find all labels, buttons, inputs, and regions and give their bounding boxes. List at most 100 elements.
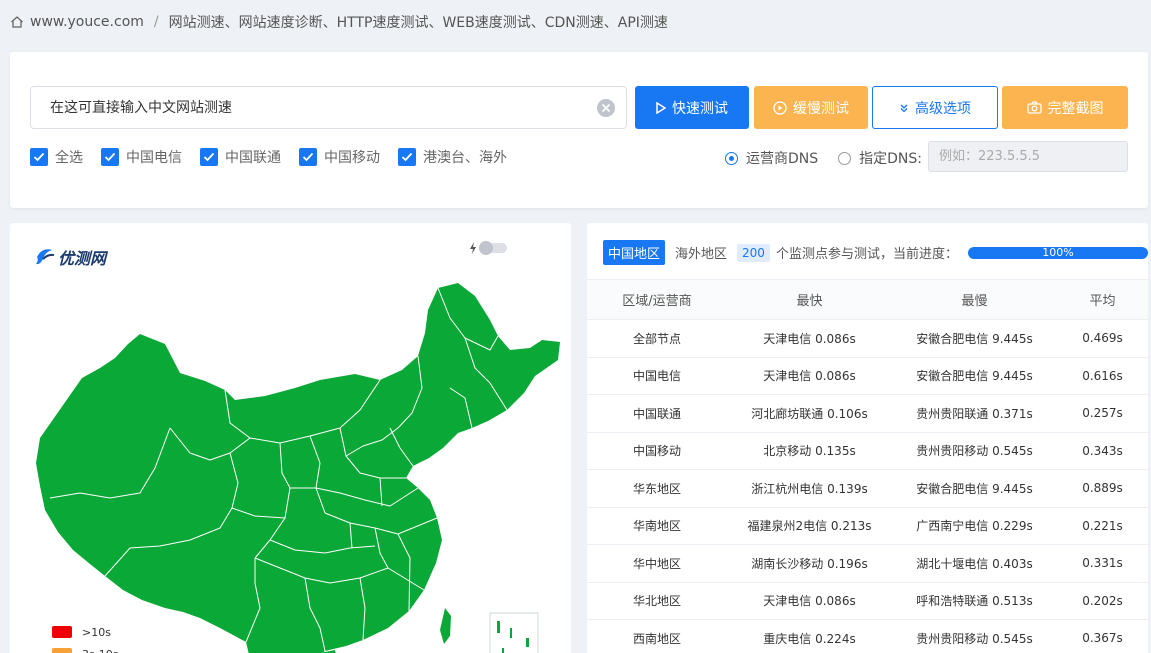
checkbox-mobile[interactable]: 中国移动 — [299, 147, 380, 167]
checkbox-checked-icon — [200, 148, 218, 166]
column-header-average[interactable]: 平均 — [1057, 279, 1148, 320]
cell-average: 0.257s — [1057, 394, 1148, 433]
table-row[interactable]: 中国移动 北京移动 0.135s 贵州贵阳移动 0.545s 0.343s — [587, 432, 1148, 470]
cell-fastest: 福建泉州2电信 0.213s — [727, 507, 892, 545]
tab-overseas[interactable]: 海外地区 — [671, 240, 731, 265]
map-panel: 优测网 >10s — [10, 223, 571, 653]
radio-custom-dns[interactable] — [838, 151, 852, 165]
fast-test-label: 快速测试 — [672, 100, 728, 117]
china-map-shape[interactable] — [36, 283, 560, 653]
checkbox-label: 全选 — [55, 150, 83, 166]
url-input[interactable] — [30, 86, 627, 129]
node-count-badge: 200 — [737, 243, 770, 262]
taiwan-shape[interactable] — [440, 608, 451, 644]
checkbox-unicom[interactable]: 中国联通 — [200, 147, 281, 167]
cell-slowest: 广西南宁电信 0.229s — [892, 507, 1057, 545]
legend-item: 3s-10s — [52, 643, 118, 653]
checkbox-checked-icon — [101, 148, 119, 166]
checkbox-overseas[interactable]: 港澳台、海外 — [398, 147, 507, 167]
cell-fastest: 天津电信 0.086s — [727, 357, 892, 395]
cell-average: 0.331s — [1057, 544, 1148, 583]
cell-fastest: 浙江杭州电信 0.139s — [727, 469, 892, 508]
cell-region: 华中地区 — [587, 544, 727, 583]
cell-fastest: 北京移动 0.135s — [727, 432, 892, 470]
cell-slowest: 安徽合肥电信 9.445s — [892, 319, 1057, 358]
table-row[interactable]: 西南地区 重庆电信 0.224s 贵州贵阳移动 0.545s 0.367s — [587, 619, 1148, 653]
cell-average: 0.616s — [1057, 357, 1148, 395]
play-icon — [656, 101, 666, 114]
progress-status-text: 个监测点参与测试，当前进度： — [775, 247, 958, 262]
youce-logo: 优测网 — [34, 245, 106, 269]
checkbox-label: 中国电信 — [126, 150, 182, 166]
progress-label: 100% — [1042, 246, 1074, 259]
checkbox-telecom[interactable]: 中国电信 — [101, 147, 182, 167]
cell-region: 全部节点 — [587, 319, 727, 358]
cell-average: 0.367s — [1057, 619, 1148, 653]
column-header-region[interactable]: 区域/运营商 — [587, 279, 727, 320]
table-row[interactable]: 中国联通 河北廊坊联通 0.106s 贵州贵阳联通 0.371s 0.257s — [587, 394, 1148, 433]
results-table: 区域/运营商 最快 最慢 平均 全部节点 天津电信 0.086s 安徽合肥电信 9.… — [587, 279, 1148, 653]
tab-china[interactable]: 中国地区 — [603, 240, 666, 265]
results-table-body: 全部节点 天津电信 0.086s 安徽合肥电信 9.445s 0.469s 中国电信 天津… — [587, 319, 1148, 653]
cell-slowest: 湖北十堰电信 0.403s — [892, 544, 1057, 583]
screenshot-label: 完整截图 — [1047, 100, 1104, 117]
legend-label: >10s — [82, 625, 111, 639]
slow-test-button[interactable]: 缓慢测试 — [754, 86, 868, 129]
advanced-options-button[interactable]: 高级选项 — [872, 86, 998, 129]
legend-label: 3s-10s — [82, 648, 118, 653]
breadcrumb-title: 网站测速、网站速度诊断、HTTP速度测试、WEB速度测试、CDN测速、API测速 — [168, 15, 668, 31]
progress-bar: 100% — [967, 246, 1148, 259]
radio-isp-dns[interactable] — [725, 151, 738, 165]
double-chevron-down-icon — [900, 104, 908, 112]
cell-average: 0.202s — [1057, 582, 1148, 620]
cell-fastest: 天津电信 0.086s — [727, 582, 892, 620]
checkbox-checked-icon — [30, 148, 48, 166]
dns-input[interactable] — [928, 141, 1128, 172]
table-row[interactable]: 华东地区 浙江杭州电信 0.139s 安徽合肥电信 9.445s 0.889s — [587, 469, 1148, 508]
cell-region: 华东地区 — [587, 469, 727, 508]
table-header-row: 区域/运营商 最快 最慢 平均 — [587, 279, 1148, 320]
screenshot-button[interactable]: 完整截图 — [1002, 86, 1128, 129]
logo-mark-icon — [36, 249, 55, 265]
home-icon[interactable] — [10, 15, 24, 29]
cell-average: 0.469s — [1057, 319, 1148, 358]
slow-play-icon — [773, 100, 787, 115]
table-row[interactable]: 华北地区 天津电信 0.086s 呼和浩特联通 0.513s 0.202s — [587, 582, 1148, 620]
table-row[interactable]: 中国电信 天津电信 0.086s 安徽合肥电信 9.445s 0.616s — [587, 357, 1148, 395]
legend-item: >10s — [52, 621, 118, 643]
advanced-options-label: 高级选项 — [915, 100, 971, 117]
table-row[interactable]: 全部节点 天津电信 0.086s 安徽合肥电信 9.445s 0.469s — [587, 319, 1148, 358]
animation-toggle[interactable] — [469, 241, 507, 255]
cell-region: 华北地区 — [587, 582, 727, 620]
lightning-icon — [470, 242, 476, 254]
checkbox-select-all[interactable]: 全选 — [30, 147, 83, 167]
bohai-sea — [416, 460, 444, 476]
checkbox-label: 中国移动 — [324, 150, 380, 166]
custom-dns-label: 指定DNS: — [859, 151, 922, 167]
checkbox-checked-icon — [299, 148, 317, 166]
table-row[interactable]: 华南地区 福建泉州2电信 0.213s 广西南宁电信 0.229s 0.221s — [587, 507, 1148, 545]
checkbox-label: 港澳台、海外 — [423, 150, 507, 166]
isp-dns-label: 运营商DNS — [746, 151, 819, 167]
table-row[interactable]: 华中地区 湖南长沙移动 0.196s 湖北十堰电信 0.403s 0.331s — [587, 544, 1148, 583]
clear-icon[interactable] — [596, 98, 616, 118]
cell-fastest: 重庆电信 0.224s — [727, 619, 892, 653]
column-header-slowest[interactable]: 最慢 — [892, 279, 1057, 320]
fast-test-button[interactable]: 快速测试 — [635, 86, 749, 129]
breadcrumb-separator: / — [153, 14, 159, 30]
cell-slowest: 贵州贵阳移动 0.545s — [892, 619, 1057, 653]
breadcrumb-site-link[interactable]: www.youce.com — [30, 14, 144, 30]
slow-test-label: 缓慢测试 — [793, 100, 849, 117]
cell-region: 中国电信 — [587, 357, 727, 395]
checkbox-label: 中国联通 — [225, 150, 281, 166]
toggle-knob — [479, 241, 493, 255]
cell-slowest: 安徽合肥电信 9.445s — [892, 469, 1057, 508]
camera-icon — [1026, 101, 1042, 114]
test-panel: 快速测试 缓慢测试 高级选项 完整截图 全选 中国电信 中国联通 中国移动 港澳… — [10, 52, 1148, 208]
logo-text: 优测网 — [58, 249, 107, 268]
column-header-fastest[interactable]: 最快 — [727, 279, 892, 320]
carrier-checkboxes: 全选 中国电信 中国联通 中国移动 港澳台、海外 — [30, 147, 507, 167]
cell-region: 华南地区 — [587, 507, 727, 545]
cell-fastest: 湖南长沙移动 0.196s — [727, 544, 892, 583]
cell-average: 0.221s — [1057, 507, 1148, 545]
